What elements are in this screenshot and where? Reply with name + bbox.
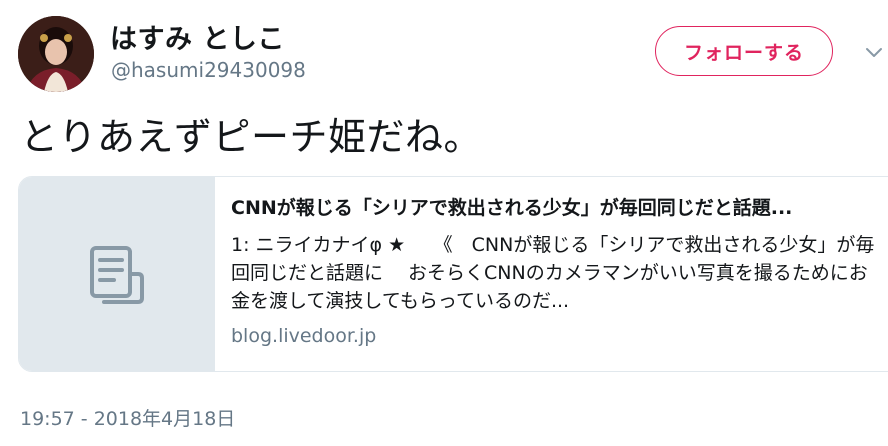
user-handle[interactable]: @hasumi29430098	[111, 58, 306, 82]
card-thumbnail	[19, 177, 215, 371]
avatar[interactable]	[18, 16, 94, 92]
document-icon	[90, 246, 144, 304]
tweet: はすみ としこ @hasumi29430098 フォローする とりあえずピーチ姫…	[0, 0, 888, 446]
chevron-down-icon[interactable]	[864, 42, 884, 62]
link-card[interactable]: CNNが報じる「シリアで救出される少女」が毎回同じだと話題... 1: ニライカ…	[18, 176, 888, 372]
display-name[interactable]: はすみ としこ	[110, 17, 285, 56]
card-domain: blog.livedoor.jp	[231, 325, 377, 347]
avatar-image	[18, 16, 94, 92]
follow-button[interactable]: フォローする	[655, 26, 833, 76]
tweet-timestamp[interactable]: 19:57 - 2018年4月18日	[20, 404, 235, 431]
card-description: 1: ニライカナイφ ★ 《 CNNが報じる「シリアで救出される少女」が毎回同じ…	[231, 234, 875, 312]
card-title[interactable]: CNNが報じる「シリアで救出される少女」が毎回同じだと話題...	[231, 195, 881, 221]
tweet-text: とりあえずピーチ姫だね。	[20, 115, 483, 159]
card-body: CNNが報じる「シリアで救出される少女」が毎回同じだと話題... 1: ニライカ…	[231, 195, 881, 349]
